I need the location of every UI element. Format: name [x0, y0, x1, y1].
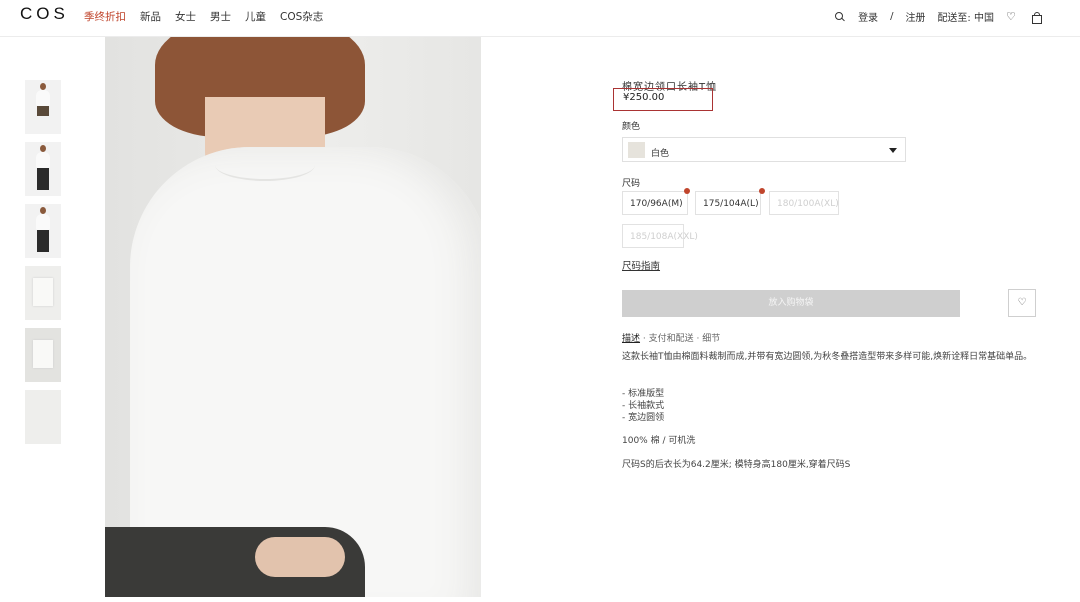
product-price: ¥250.00: [613, 88, 713, 111]
size-option-xl[interactable]: 180/100A(XL): [769, 191, 839, 215]
thumbnail-gallery: [25, 80, 62, 452]
search-icon[interactable]: [834, 11, 846, 23]
product-main-image: [105, 37, 481, 597]
separator: /: [890, 11, 894, 22]
product-description: 这款长袖T恤由棉面料裁制而成,并带有宽边圆领,为秋冬叠搭造型带来多样可能,焕新诠…: [622, 352, 1033, 362]
size-label: 尺码: [622, 179, 641, 189]
size-guide-link[interactable]: 尺码指南: [622, 258, 660, 272]
register-link[interactable]: 注册: [905, 9, 925, 24]
nav-item-new[interactable]: 新品: [140, 9, 161, 24]
tab-separator: ·: [693, 334, 703, 344]
low-stock-dot: [759, 188, 765, 194]
thumbnail-1[interactable]: [25, 80, 61, 134]
nav-item-sale[interactable]: 季终折扣: [84, 9, 126, 24]
heart-icon: ♡: [1017, 297, 1027, 308]
color-select[interactable]: 白色: [622, 137, 906, 162]
tab-description[interactable]: 描述: [622, 334, 640, 344]
thumbnail-2[interactable]: [25, 142, 61, 196]
wishlist-heart-icon[interactable]: ♡: [1006, 10, 1018, 23]
color-swatch: [628, 142, 645, 158]
tab-payment-shipping[interactable]: 支付和配送: [649, 334, 694, 344]
size-option-l[interactable]: 175/104A(L): [695, 191, 761, 215]
add-to-bag-button[interactable]: 放入购物袋: [622, 290, 960, 317]
shopping-bag-icon[interactable]: [1030, 11, 1042, 24]
feature-item: - 宽边圆领: [622, 413, 665, 423]
ship-to-selector[interactable]: 配送至: 中国: [937, 9, 994, 24]
detail-tabs: 描述 · 支付和配送 · 细节: [622, 331, 720, 344]
low-stock-dot: [684, 188, 690, 194]
main-nav: 季终折扣 新品 女士 男士 儿童 COS杂志: [84, 9, 337, 24]
thumbnail-4[interactable]: [25, 266, 61, 320]
thumbnail-5[interactable]: [25, 328, 61, 382]
nav-item-magazine[interactable]: COS杂志: [280, 9, 323, 24]
thumbnail-6[interactable]: [25, 390, 61, 444]
product-info-panel: 棉宽边领口长袖T恤 ¥250.00 颜色 白色 尺码 170/96A(M) 17…: [613, 78, 1062, 470]
utility-bar: 登录 / 注册 配送至: 中国 ♡: [822, 9, 1042, 24]
top-navigation-bar: COS 季终折扣 新品 女士 男士 儿童 COS杂志 登录 / 注册 配送至: …: [0, 0, 1080, 37]
color-selected-value: 白色: [651, 149, 670, 159]
tab-separator: ·: [640, 334, 649, 344]
thumbnail-3[interactable]: [25, 204, 61, 258]
nav-item-kids[interactable]: 儿童: [245, 9, 266, 24]
nav-item-women[interactable]: 女士: [175, 9, 196, 24]
brand-logo[interactable]: COS: [20, 4, 69, 24]
login-link[interactable]: 登录: [858, 9, 878, 24]
nav-item-men[interactable]: 男士: [210, 9, 231, 24]
size-option-m[interactable]: 170/96A(M): [622, 191, 688, 215]
color-label: 颜色: [622, 122, 641, 132]
chevron-down-icon: [889, 148, 897, 153]
size-option-xxl[interactable]: 185/108A(XXL): [622, 224, 698, 248]
fit-note: 尺码S的后衣长为64.2厘米; 模特身高180厘米,穿着尺码S: [622, 460, 851, 470]
material-info: 100% 棉 / 可机洗: [622, 436, 696, 446]
add-to-wishlist-button[interactable]: ♡: [1008, 289, 1036, 317]
tab-details[interactable]: 细节: [702, 334, 720, 344]
